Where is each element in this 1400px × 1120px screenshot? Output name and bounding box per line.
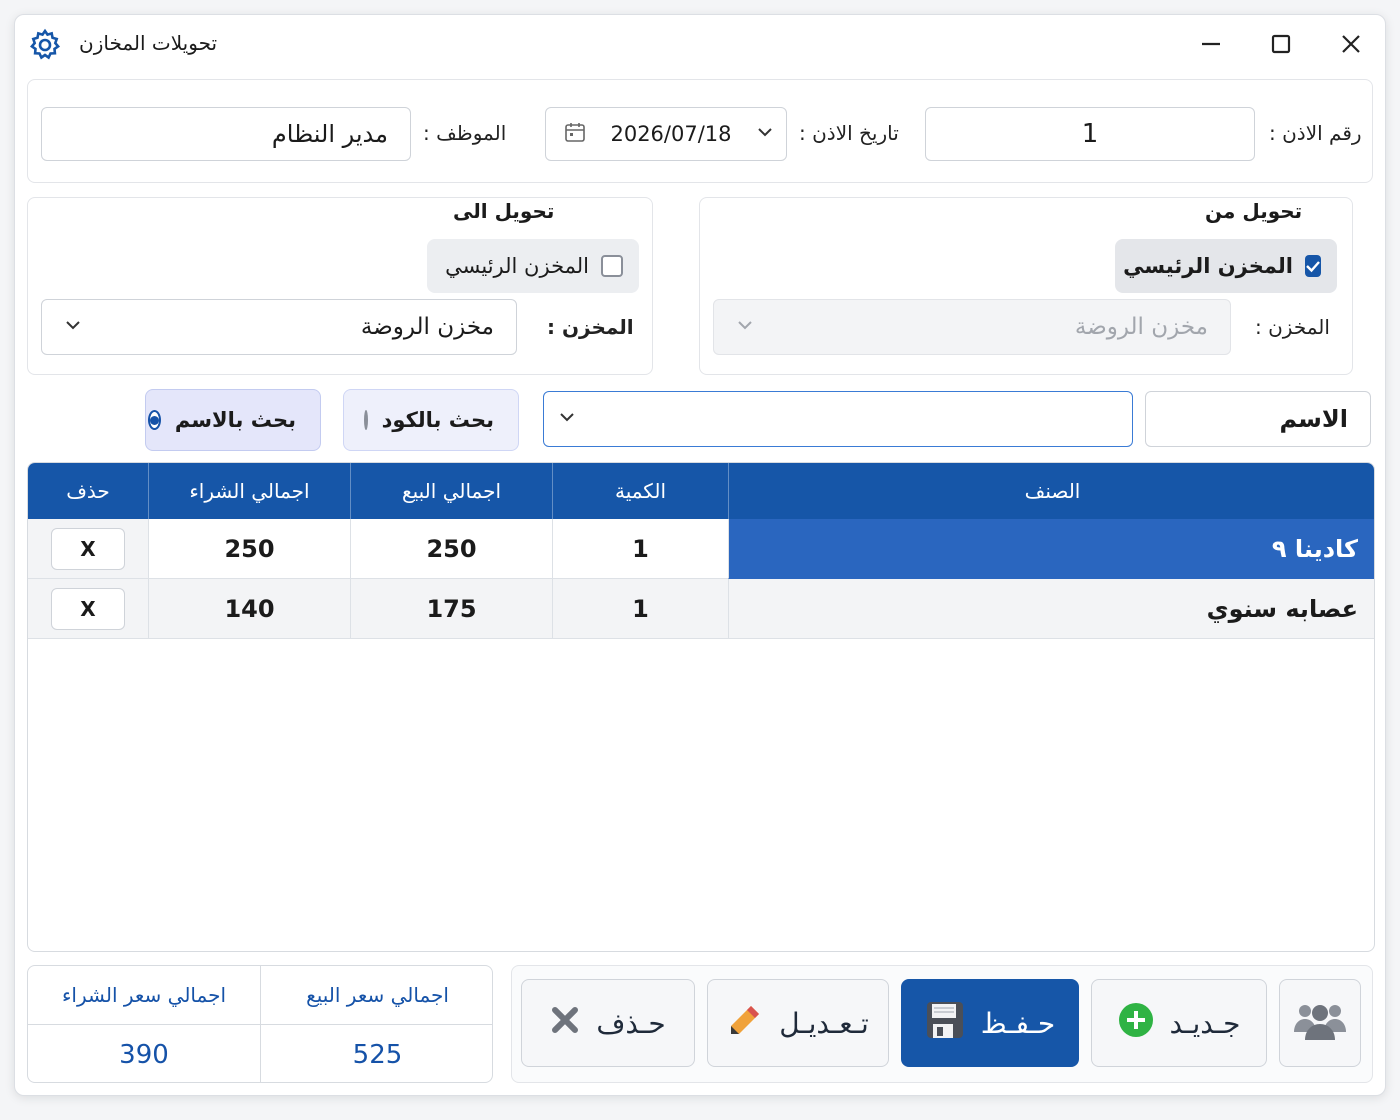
chevron-down-icon[interactable] [736,316,754,338]
search-by-code-label: بحث بالكود [381,408,494,432]
plus-circle-icon [1118,1002,1154,1045]
col-header-item: الصنف [728,463,1374,519]
chevron-down-icon[interactable] [64,316,82,338]
minimize-icon[interactable] [1191,24,1231,64]
save-button-label: حـفـظ [980,1006,1056,1040]
transfer-from-store-value: مخزن الروضة [1074,314,1208,340]
window-title: تحويلات المخازن [79,31,218,55]
sale-total-cell: 175 [350,579,552,639]
main-window: تحويلات المخازن رقم الاذن : 1 تاريخ الاذ… [14,14,1386,1096]
sale-total-cell: 250 [350,519,552,579]
transfer-from-main-store-label: المخزن الرئيسي [1123,254,1293,278]
permit-date-picker[interactable]: 2026/07/18 [545,107,787,161]
purchase-total-cell: 250 [148,519,350,579]
chevron-down-icon[interactable] [756,123,774,145]
total-purchase-value: 390 [119,1039,169,1070]
new-button[interactable]: جـديـد [1091,979,1267,1067]
table-row[interactable]: X 250 250 1 كادينا ٩ [28,519,1374,579]
delete-cell: X [28,579,148,639]
radio-off-icon[interactable] [363,410,368,430]
search-combo[interactable] [543,391,1133,447]
transfer-from-title: تحويل من [1205,199,1303,223]
floppy-disk-icon [925,1000,965,1047]
edit-button-label: تـعـديـل [779,1006,869,1040]
delete-button[interactable]: حـذف [521,979,695,1067]
transfer-from-store-label: المخزن : [1255,315,1330,339]
qty-cell: 1 [552,579,728,639]
search-name-field[interactable]: الاسم [1145,391,1371,447]
transfer-from-main-store-checkbox[interactable]: المخزن الرئيسي [1115,239,1337,293]
permit-date-value: 2026/07/18 [610,122,732,146]
transfer-from-store-combo[interactable]: مخزن الروضة [713,299,1231,355]
checkbox-checked-icon[interactable] [1305,255,1321,277]
new-button-label: جـديـد [1169,1006,1241,1040]
transfer-to-store-combo[interactable]: مخزن الروضة [41,299,517,355]
delete-button-label: حـذف [596,1006,666,1040]
search-by-code-radio[interactable]: بحث بالكود [343,389,519,451]
radio-on-icon[interactable] [147,410,161,430]
totals-box: اجمالي سعر البيع اجمالي سعر الشراء 525 3… [27,965,493,1083]
x-mark-icon [550,1005,580,1042]
users-button[interactable] [1279,979,1361,1067]
permit-no-field[interactable]: 1 [925,107,1255,161]
employee-label: الموظف : [423,121,507,145]
transfer-to-store-value: مخزن الروضة [360,314,494,340]
close-icon[interactable] [1331,24,1371,64]
gear-icon[interactable] [25,25,65,65]
delete-cell: X [28,519,148,579]
permit-no-label: رقم الاذن : [1269,121,1362,145]
transfer-to-main-store-label: المخزن الرئيسي [445,254,589,278]
search-name-value: الاسم [1279,405,1348,433]
delete-row-button[interactable]: X [51,587,125,630]
items-grid: حذف اجمالي الشراء اجمالي البيع الكمية ال… [27,462,1375,952]
total-purchase-label: اجمالي سعر الشراء [62,983,226,1007]
item-cell: عصابه سنوي [728,579,1374,639]
chevron-down-icon[interactable] [558,408,576,430]
employee-field[interactable]: مدير النظام [41,107,411,161]
search-by-name-label: بحث بالاسم [174,408,296,432]
col-header-sale-total: اجمالي البيع [350,463,552,519]
users-icon [1293,998,1347,1049]
col-header-purchase-total: اجمالي الشراء [148,463,350,519]
maximize-icon[interactable] [1261,24,1301,64]
delete-row-button[interactable]: X [51,527,125,570]
transfer-to-title: تحويل الى [453,199,555,223]
purchase-total-cell: 140 [148,579,350,639]
transfer-to-main-store-checkbox[interactable]: المخزن الرئيسي [427,239,639,293]
search-by-name-radio[interactable]: بحث بالاسم [145,389,321,451]
pencil-icon [727,1002,763,1045]
total-sale-value: 525 [352,1039,403,1070]
employee-value: مدير النظام [271,120,388,148]
col-header-delete: حذف [28,463,148,519]
permit-no-value: 1 [1081,119,1099,149]
edit-button[interactable]: تـعـديـل [707,979,889,1067]
total-sale-label: اجمالي سعر البيع [306,983,449,1007]
checkbox-unchecked-icon[interactable] [601,255,623,277]
transfer-to-store-label: المخزن : [547,315,634,339]
table-row[interactable]: X 140 175 1 عصابه سنوي [28,579,1374,639]
col-header-qty: الكمية [552,463,728,519]
item-cell: كادينا ٩ [728,519,1374,579]
qty-cell: 1 [552,519,728,579]
calendar-icon[interactable] [564,121,586,147]
permit-date-label: تاريخ الاذن : [799,121,899,145]
save-button[interactable]: حـفـظ [901,979,1079,1067]
